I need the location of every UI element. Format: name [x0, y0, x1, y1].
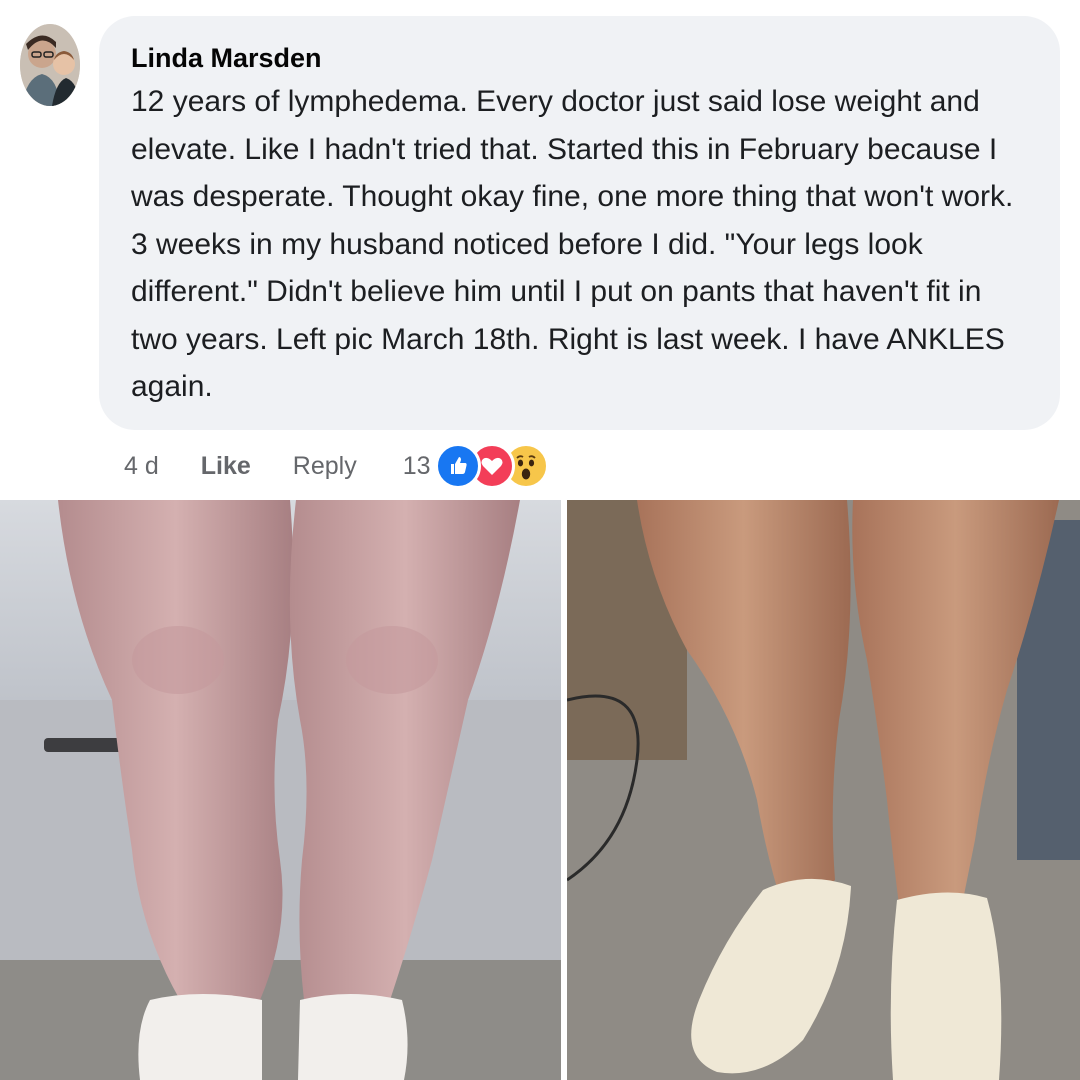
comment-bubble: Linda Marsden 12 years of lymphedema. Ev… [99, 16, 1060, 430]
after-photo[interactable] [567, 500, 1080, 1080]
reaction-count[interactable]: 13 [403, 452, 431, 481]
reply-link[interactable]: Reply [293, 452, 357, 481]
like-icon [434, 443, 481, 489]
before-photo[interactable] [0, 500, 561, 1080]
comment-body-text: 12 years of lymphedema. Every doctor jus… [131, 85, 1014, 403]
comment-actions-bar: 4 d Like Reply 13 [124, 443, 549, 489]
author-avatar[interactable] [20, 24, 80, 106]
like-link[interactable]: Like [201, 452, 251, 481]
comment-timestamp[interactable]: 4 d [124, 452, 159, 481]
comment-author-name[interactable]: Linda Marsden [131, 42, 1028, 74]
reaction-icons[interactable] [434, 443, 549, 489]
attached-photos[interactable] [0, 500, 1080, 1080]
